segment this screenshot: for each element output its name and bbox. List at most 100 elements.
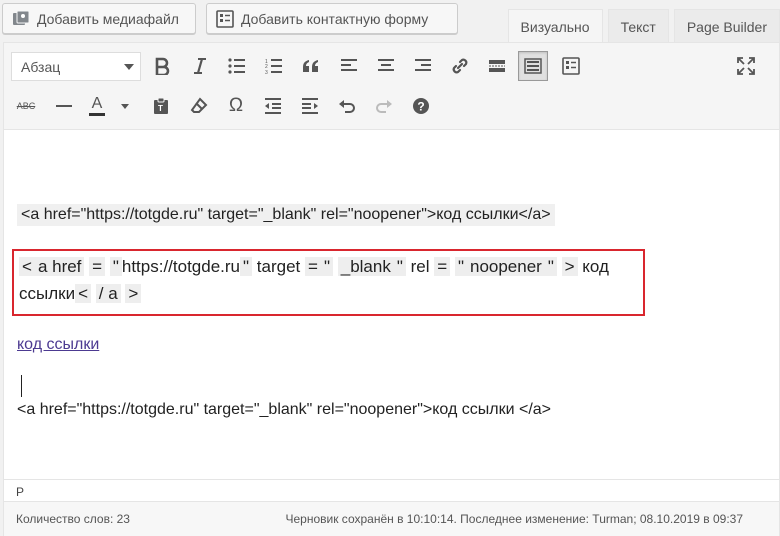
italic-button[interactable]: [185, 51, 215, 81]
blockquote-icon: [303, 60, 318, 72]
link-button[interactable]: [445, 51, 475, 81]
numbered-list-button[interactable]: 123: [259, 51, 289, 81]
format-select[interactable]: Абзац: [11, 52, 141, 81]
read-more-button[interactable]: [482, 51, 512, 81]
draft-status: Черновик сохранён в 10:10:14. Последнее …: [285, 512, 744, 526]
strikethrough-icon: ABC: [16, 101, 36, 111]
code-line-2: <a href="https://totgde.ru" target="_bla…: [17, 401, 551, 418]
align-left-button[interactable]: [334, 51, 364, 81]
status-bar: Количество слов: 23 Черновик сохранён в …: [4, 501, 779, 536]
help-icon: ?: [413, 98, 429, 114]
align-center-icon: [378, 59, 394, 71]
horizontal-line-icon: [56, 105, 72, 107]
add-contact-form-button[interactable]: Добавить контактную форму: [206, 3, 458, 34]
text-color-dropdown[interactable]: [118, 91, 132, 121]
bold-icon: [155, 57, 170, 75]
align-center-button[interactable]: [371, 51, 401, 81]
tab-visual[interactable]: Визуально: [507, 9, 603, 43]
top-bar: Добавить медиафайл Добавить контактную ф…: [0, 0, 780, 43]
blockquote-button[interactable]: [296, 51, 326, 81]
format-select-value: Абзац: [21, 58, 61, 75]
word-count: Количество слов: 23: [16, 512, 130, 526]
align-right-icon: [415, 59, 431, 71]
indent-icon: [302, 98, 318, 114]
svg-text:T: T: [158, 104, 163, 113]
add-media-button[interactable]: Добавить медиафайл: [2, 3, 196, 34]
code-token: >: [125, 284, 142, 303]
code-token: <: [75, 284, 92, 303]
code-token: https://totgde.ru: [121, 257, 241, 276]
code-token: =: [89, 257, 106, 276]
text-color-button[interactable]: A: [86, 91, 108, 121]
code-token: noopener: [466, 257, 545, 276]
code-token: <: [19, 257, 35, 276]
code-line-1: <a href="https://totgde.ru" target="_bla…: [17, 204, 555, 226]
code-token: _blank: [337, 257, 394, 276]
indent-button[interactable]: [295, 91, 325, 121]
rendered-link[interactable]: код ссылки: [17, 336, 99, 354]
form-button[interactable]: [556, 51, 586, 81]
contact-form-icon: [215, 9, 235, 29]
code-token: ": [454, 257, 467, 276]
media-icon: [11, 9, 31, 29]
paste-text-button[interactable]: T: [146, 91, 176, 121]
fullscreen-icon: [737, 57, 755, 75]
code-token: =: [305, 257, 321, 276]
align-right-button[interactable]: [408, 51, 438, 81]
code-token: ": [544, 257, 557, 276]
code-token: =: [434, 257, 451, 276]
element-path-label[interactable]: P: [16, 485, 24, 499]
code-token: a href: [34, 257, 85, 276]
toolbar-row-2: ABC A T Ω ?: [4, 86, 779, 126]
code-token: / a: [95, 284, 121, 303]
add-contact-form-label: Добавить контактную форму: [241, 10, 429, 27]
form-icon: [562, 57, 580, 75]
svg-text:?: ?: [417, 100, 424, 114]
undo-button[interactable]: [332, 91, 362, 121]
editor: Абзац 123 ABC A T Ω ? <a href="https://t…: [3, 42, 780, 536]
read-more-icon: [489, 60, 505, 72]
toolbar-row-1: Абзац 123: [4, 46, 779, 86]
paste-text-icon: T: [154, 97, 168, 114]
code-token: ": [393, 257, 406, 276]
chevron-down-icon: [124, 64, 134, 70]
special-char-icon: Ω: [228, 95, 244, 116]
help-button[interactable]: ?: [406, 91, 436, 121]
numbered-list-icon: 123: [265, 59, 282, 74]
fullscreen-button[interactable]: [731, 51, 761, 81]
editor-tabs: Визуально Текст Page Builder: [503, 9, 780, 43]
bullet-list-button[interactable]: [222, 51, 252, 81]
clear-format-icon: [190, 97, 208, 113]
tab-page-builder[interactable]: Page Builder: [673, 9, 780, 43]
outdent-button[interactable]: [258, 91, 288, 121]
code-token: ": [240, 257, 253, 276]
redo-icon: [376, 100, 392, 113]
element-path: P: [4, 479, 779, 501]
undo-icon: [339, 100, 355, 113]
italic-icon: [194, 58, 206, 74]
special-char-button[interactable]: Ω: [221, 91, 251, 121]
text-cursor: [21, 375, 22, 397]
svg-text:3: 3: [265, 70, 268, 74]
clear-format-button[interactable]: [184, 91, 214, 121]
code-token: rel: [410, 257, 430, 276]
horizontal-line-button[interactable]: [49, 91, 79, 121]
link-icon: [452, 58, 468, 74]
bullet-list-icon: [228, 58, 245, 74]
toolbar-toggle-icon: [524, 58, 542, 74]
add-media-label: Добавить медиафайл: [37, 10, 179, 27]
editor-content[interactable]: <a href="https://totgde.ru" target="_bla…: [4, 131, 779, 479]
text-color-icon: A: [89, 96, 105, 116]
toolbar-toggle-button[interactable]: [518, 51, 548, 81]
tab-text[interactable]: Текст: [607, 9, 669, 43]
align-left-icon: [341, 59, 357, 71]
strikethrough-button[interactable]: ABC: [11, 91, 41, 121]
bold-button[interactable]: [147, 51, 177, 81]
chevron-down-icon: [121, 103, 129, 109]
code-token: ": [109, 257, 122, 276]
highlight-box: < a href = " https://totgde.ru " target = " …: [12, 249, 645, 316]
code-token: target: [256, 257, 301, 276]
redo-button[interactable]: [369, 91, 399, 121]
code-token: ": [320, 257, 333, 276]
code-token: >: [561, 257, 578, 276]
